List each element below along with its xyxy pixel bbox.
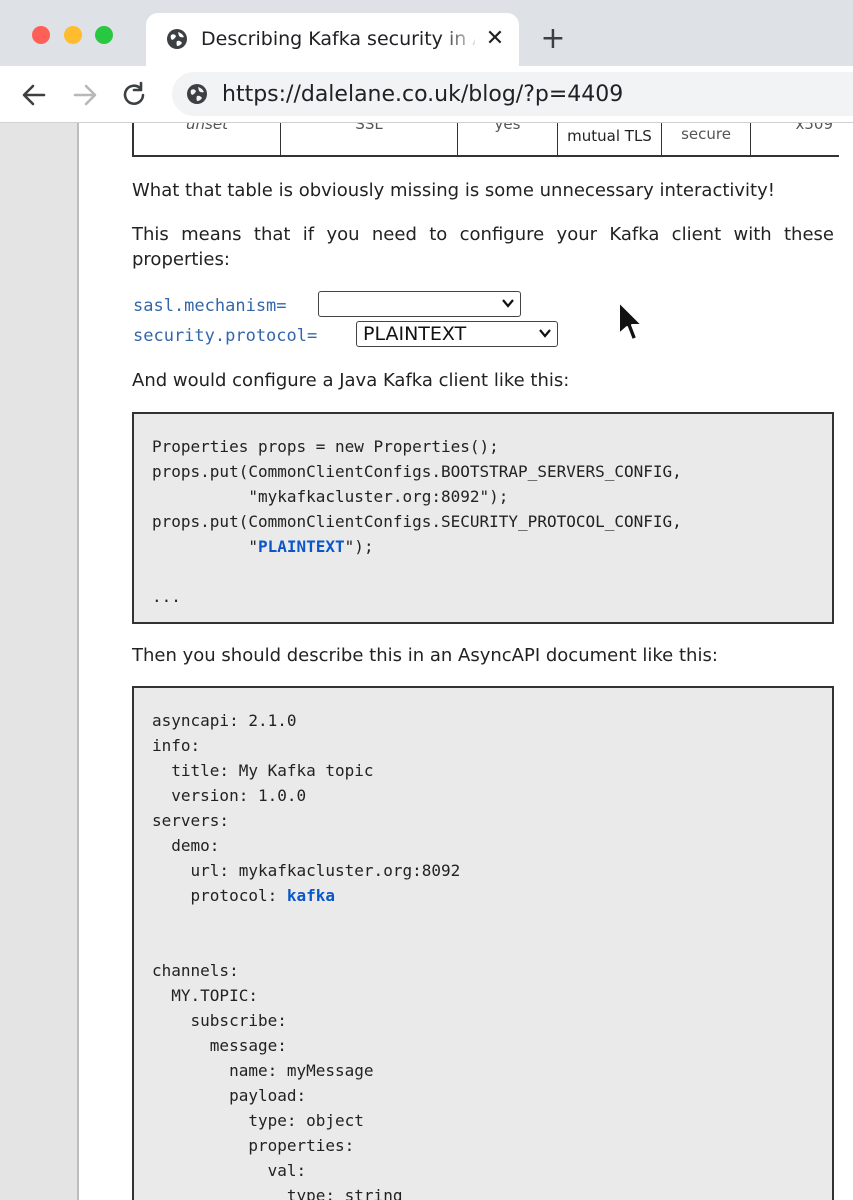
sasl-mechanism-row: sasl.mechanism= — [133, 294, 287, 318]
security-protocol-row: security.protocol= — [133, 324, 317, 348]
close-window-button[interactable] — [32, 26, 50, 44]
table-cell: mutual TLS — [558, 123, 662, 155]
back-arrow-icon[interactable] — [19, 80, 49, 110]
code-highlight: kafka — [286, 886, 336, 905]
plus-icon[interactable]: + — [538, 24, 568, 54]
globe-icon — [167, 29, 187, 49]
equals-sign: = — [307, 326, 318, 346]
forward-arrow-icon[interactable] — [70, 80, 100, 110]
table-cell: x509 — [795, 123, 833, 133]
paragraph: What that table is obviously missing is … — [132, 180, 775, 201]
page-viewport[interactable]: unset SSL yes mutual TLS secure x509 Wha… — [0, 123, 853, 1200]
security-protocol-label: security.protocol — [133, 326, 307, 346]
globe-icon — [187, 84, 207, 104]
paragraph: This means that if you need to configure… — [132, 224, 834, 270]
mouse-cursor-icon — [618, 301, 643, 341]
minimize-window-button[interactable] — [64, 26, 82, 44]
security-protocol-select[interactable]: PLAINTEXT — [356, 321, 558, 347]
asyncapi-code-block: asyncapi: 2.1.0 info: title: My Kafka to… — [132, 686, 834, 1200]
java-code-block: Properties props = new Properties(); pro… — [132, 412, 834, 624]
url-text: https://dalelane.co.uk/blog/?p=4409 — [222, 82, 624, 107]
reload-icon[interactable] — [119, 80, 149, 110]
paragraph: And would configure a Java Kafka client … — [132, 370, 570, 391]
asyncapi-code: asyncapi: 2.1.0 info: title: My Kafka to… — [152, 711, 461, 1200]
table-cell: yes — [458, 123, 558, 155]
security-protocol-value: PLAINTEXT — [363, 323, 467, 345]
left-margin — [0, 123, 77, 1200]
code-highlight: PLAINTEXT — [257, 537, 345, 556]
tab-title: Describing Kafka security in AsyncAPI — [201, 28, 475, 50]
chevron-down-icon — [502, 299, 514, 308]
paragraph: Then you should describe this in an Asyn… — [132, 645, 718, 666]
tab-title-fade — [440, 20, 480, 56]
equals-sign: = — [276, 296, 287, 316]
maximize-window-button[interactable] — [95, 26, 113, 44]
table-cell: secure — [662, 123, 751, 155]
java-code: Properties props = new Properties(); pro… — [152, 437, 682, 606]
table-cell: SSL — [281, 123, 458, 155]
close-icon[interactable]: ✕ — [483, 26, 507, 52]
sasl-mechanism-select[interactable] — [318, 291, 521, 317]
chevron-down-icon — [539, 329, 551, 338]
sasl-mechanism-label: sasl.mechanism — [133, 296, 277, 316]
table-cell: unset — [134, 123, 281, 155]
security-table: unset SSL yes mutual TLS secure x509 — [132, 123, 839, 157]
